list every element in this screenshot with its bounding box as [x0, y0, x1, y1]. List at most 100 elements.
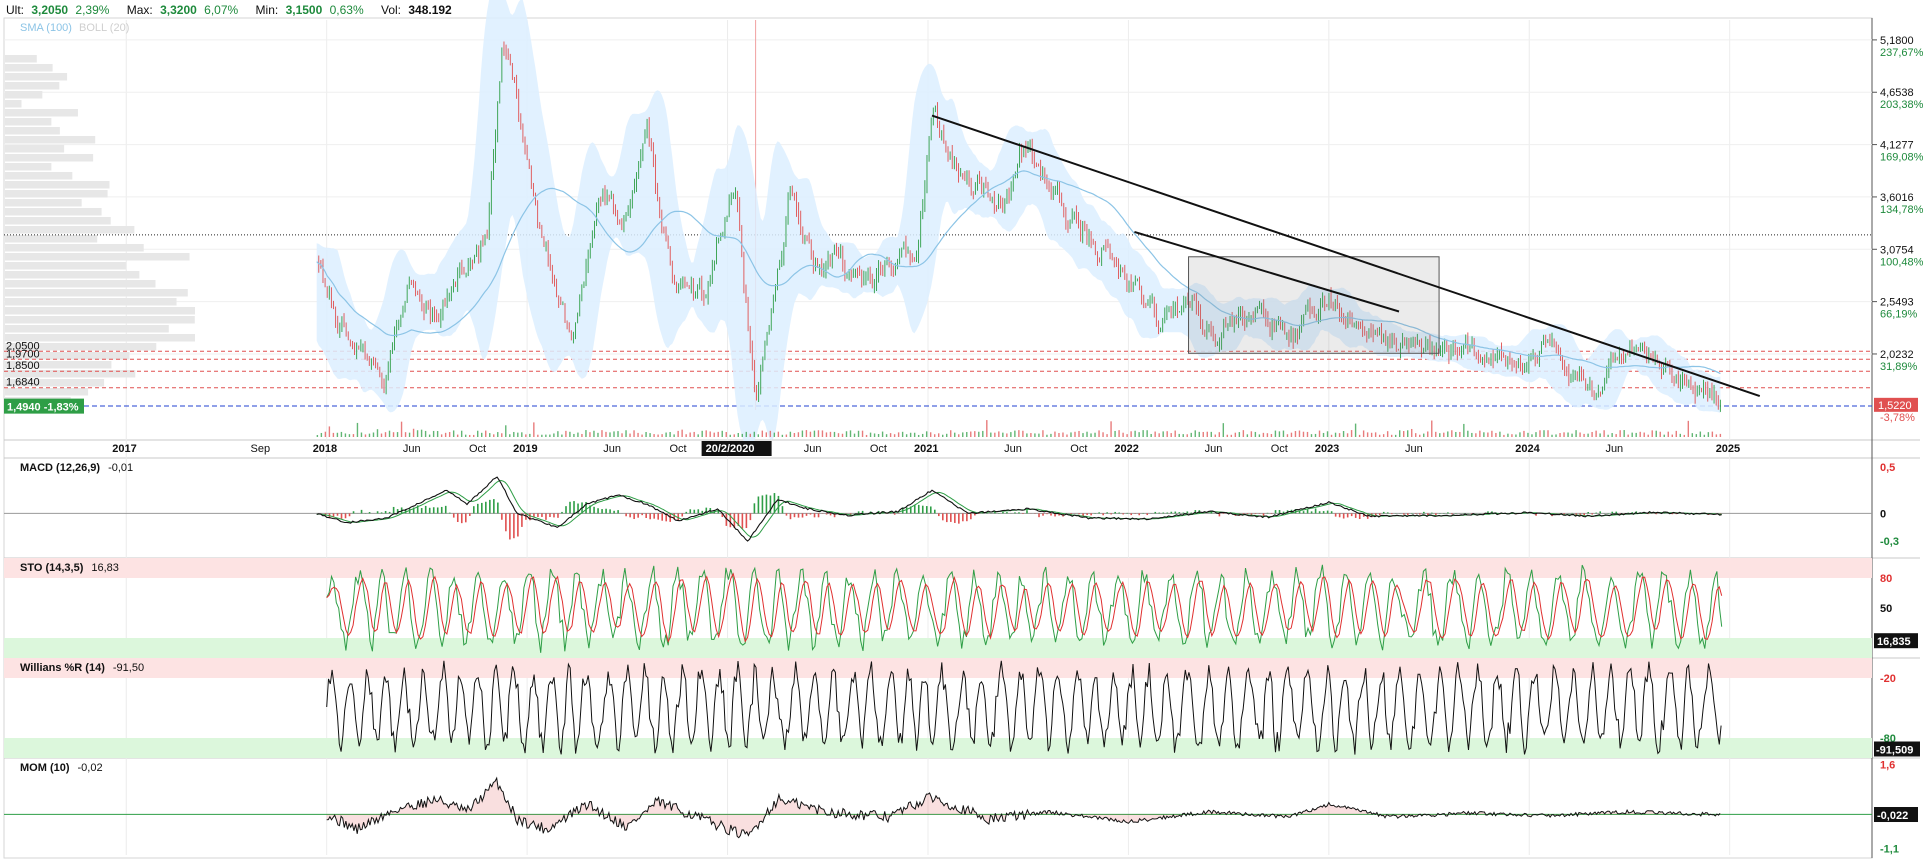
macd-hist-bar	[349, 513, 351, 516]
volume-bar	[1535, 432, 1536, 437]
volume-bar	[549, 435, 550, 437]
sto-overbought-zone	[4, 558, 1872, 578]
macd-hist-bar	[553, 513, 555, 517]
volume-bar	[461, 431, 462, 437]
volume-bar	[1367, 432, 1368, 437]
macd-hist-bar	[441, 507, 443, 513]
volume-profile-bar	[5, 325, 169, 333]
macd-hist-bar	[830, 513, 832, 515]
macd-hist-bar	[1379, 513, 1381, 515]
vol-label: Vol:	[381, 3, 401, 17]
volume-bar	[1487, 433, 1488, 437]
volume-profile-bar	[5, 190, 108, 198]
macd-hist-bar	[389, 512, 391, 514]
volume-bar	[1086, 432, 1087, 437]
macd-hist-bar	[433, 507, 435, 513]
volume-bar	[1635, 433, 1636, 437]
volume-bar	[962, 432, 963, 437]
price-tick-pct-3: 134,78%	[1880, 204, 1924, 216]
volume-bar	[1527, 433, 1528, 437]
macd-hist-bar	[930, 506, 932, 513]
volume-profile-bar	[5, 73, 67, 81]
macd-hist-bar	[742, 513, 744, 528]
macd-hist-bar	[1335, 513, 1337, 516]
volume-bar	[1575, 430, 1576, 437]
macd-hist-bar	[625, 513, 627, 516]
boll-legend[interactable]: BOLL (20)	[79, 22, 129, 34]
indicator-legend[interactable]: SMA (100) BOLL (20)	[20, 22, 129, 34]
macd-hist-bar	[561, 512, 563, 514]
macd-title-text: MACD (12,26,9)	[20, 462, 100, 474]
volume-bar	[1042, 430, 1043, 437]
macd-hist-bar	[1090, 513, 1092, 515]
macd-hist-bar	[657, 513, 659, 519]
price-tick-label-4: 3,0754	[1880, 244, 1914, 256]
last-label: Ult:	[6, 3, 24, 17]
volume-profile-bar	[5, 253, 190, 261]
volume-bar	[625, 430, 626, 437]
macd-hist-bar	[633, 513, 635, 519]
macd-hist-bar	[1050, 513, 1052, 515]
macd-hist-bar	[806, 513, 808, 515]
macd-hist-bar	[377, 511, 379, 513]
volume-profile-bar	[5, 226, 134, 234]
volume-bar	[1002, 433, 1003, 437]
volume-bar	[1166, 431, 1167, 437]
volume-bar	[341, 432, 342, 437]
volume-bar	[1479, 431, 1480, 437]
macd-hist-bar	[693, 510, 695, 514]
volume-bar	[1219, 432, 1220, 437]
volume-bar	[681, 430, 682, 437]
volume-bar	[409, 433, 410, 437]
x-tick-label-21: 2025	[1716, 443, 1740, 455]
volume-bar	[689, 433, 690, 438]
volume-bar	[1443, 433, 1444, 437]
macd-hist-bar	[565, 506, 567, 513]
volume-bar	[874, 433, 875, 437]
volume-bar	[489, 433, 490, 437]
volume-bar	[1287, 434, 1288, 437]
mom-line	[327, 778, 1720, 838]
volume-bar	[649, 433, 650, 437]
chart-canvas[interactable]: 2,05001,97001,85001,68405,1800237,67%4,6…	[0, 0, 1924, 862]
volume-bar	[1114, 431, 1115, 437]
volume-bar	[1391, 435, 1392, 437]
williams-title-text: Willians %R (14)	[20, 662, 105, 674]
macd-hist-bar	[906, 507, 908, 513]
macd-hist-bar	[962, 513, 964, 521]
volume-bar	[1603, 430, 1604, 437]
volume-bar	[1700, 432, 1701, 437]
volume-bar	[1720, 434, 1721, 437]
volume-bar	[718, 432, 719, 437]
volume-bar	[1058, 433, 1059, 437]
volume-profile-bar	[5, 217, 111, 225]
support-label-2: 1,8500	[6, 360, 40, 372]
volume-profile-bar	[5, 289, 188, 297]
volume-bar	[1331, 435, 1332, 437]
volume-bar	[505, 425, 506, 437]
macd-tick-label-0: 0,5	[1880, 462, 1895, 474]
volume-profile-bar	[5, 55, 37, 63]
volume-bar	[1403, 431, 1404, 437]
macd-hist-bar	[1170, 512, 1172, 514]
volume-bar	[557, 431, 558, 437]
macd-hist-bar	[1187, 511, 1189, 513]
volume-bar	[726, 432, 727, 437]
volume-bar	[1175, 431, 1176, 437]
macd-hist-bar	[858, 511, 860, 513]
volume-bar	[1619, 430, 1620, 437]
volume-bar	[1347, 433, 1348, 437]
volume-bar	[561, 435, 562, 437]
volume-profile-bar	[5, 208, 102, 216]
volume-bar	[1555, 434, 1556, 437]
volume-bar	[1223, 423, 1224, 437]
volume-bar	[774, 433, 775, 437]
volume-bar	[1267, 433, 1268, 437]
macd-hist-bar	[1323, 511, 1325, 513]
macd-hist-bar	[1599, 511, 1601, 513]
macd-hist-bar	[1022, 513, 1024, 514]
sma-legend[interactable]: SMA (100)	[20, 22, 72, 34]
macd-hist-bar	[786, 513, 788, 515]
volume-bar	[1082, 433, 1083, 437]
volume-bar	[1046, 435, 1047, 437]
